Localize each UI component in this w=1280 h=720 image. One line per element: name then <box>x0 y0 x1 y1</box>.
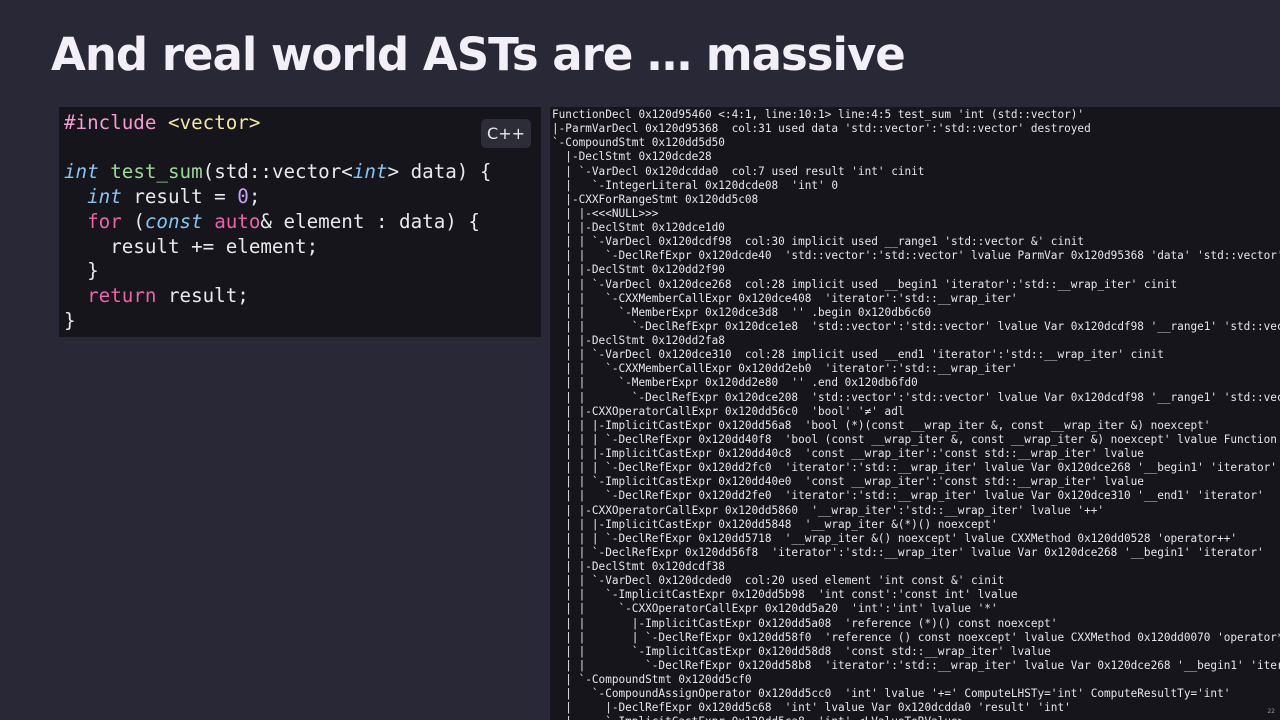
ast-line: | | |-ImplicitCastExpr 0x120dd5a08 'refe… <box>552 616 1058 630</box>
code-line: } <box>64 308 76 332</box>
ast-line: | | `-MemberExpr 0x120dce3d8 '' .begin 0… <box>552 305 932 319</box>
code-line: return result; <box>87 283 249 307</box>
ast-line: |-ParmVarDecl 0x120d95368 col:31 used da… <box>552 122 1091 136</box>
ast-line: | | `-VarDecl 0x120dce310 col:28 implici… <box>552 348 1164 362</box>
ast-line: | | `-VarDecl 0x120dce268 col:28 implici… <box>552 277 1178 291</box>
ast-line: | | `-DeclRefExpr 0x120dd58b8 'iterator'… <box>552 658 1280 672</box>
ast-line: | | `-CXXOperatorCallExpr 0x120dd5a20 'i… <box>552 602 998 616</box>
ast-line: | `-ImplicitCastExpr 0x120dd5ca8 'int' <… <box>552 715 964 720</box>
code-line: #include <vector> <box>64 111 261 134</box>
ast-line: | |-DeclStmt 0x120dcdf38 <box>552 560 725 573</box>
code-line: for (const auto& element : data) { <box>87 209 480 233</box>
ast-line: | | |-ImplicitCastExpr 0x120dd40c8 'cons… <box>552 447 1144 460</box>
ast-line: | | `-VarDecl 0x120dcded0 col:20 used el… <box>552 574 1005 588</box>
code-line: int test_sum(std::vector<int> data) { <box>64 160 492 184</box>
ast-line: | | |-ImplicitCastExpr 0x120dd56a8 'bool… <box>552 418 1211 432</box>
ast-line: | |-DeclStmt 0x120dd2fa8 <box>552 334 725 347</box>
ast-line: | |-DeclRefExpr 0x120dd5c68 'int' lvalue… <box>552 701 1071 715</box>
ast-line: | | | `-DeclRefExpr 0x120dd58f0 'referen… <box>552 630 1280 644</box>
ast-line: |-DeclStmt 0x120dcde28 <box>552 150 712 164</box>
ast-line: `-CompoundStmt 0x120dd5d50 <box>552 136 725 150</box>
ast-line: | | `-DeclRefExpr 0x120dce208 'std::vect… <box>552 390 1280 404</box>
language-badge: C++ <box>481 119 531 148</box>
ast-line: | | `-MemberExpr 0x120dd2e80 '' .end 0x1… <box>552 376 918 390</box>
ast-line: | `-VarDecl 0x120dcdda0 col:7 used resul… <box>552 164 925 178</box>
ast-line: | `-CompoundStmt 0x120dd5cf0 <box>552 673 752 686</box>
ast-line: FunctionDecl 0x120d95460 <:4:1, line:10:… <box>552 108 1085 121</box>
ast-line: | | |-ImplicitCastExpr 0x120dd5848 '__wr… <box>552 517 998 531</box>
page-number: 22 <box>1267 708 1275 715</box>
ast-line: | | `-DeclRefExpr 0x120dcde40 'std::vect… <box>565 249 1280 263</box>
ast-line: | |-<<<NULL>>> <box>552 206 659 220</box>
ast-line: | | `-ImplicitCastExpr 0x120dd58d8 'cons… <box>552 644 1051 658</box>
code-line: result += element; <box>64 234 319 258</box>
code-block: #include <vector> int test_sum(std::vect… <box>64 111 491 333</box>
ast-line: | |-DeclStmt 0x120dce1d0 <box>552 221 725 234</box>
ast-line: | `-IntegerLiteral 0x120dcde08 'int' 0 <box>552 178 838 192</box>
ast-line: |-CXXForRangeStmt 0x120dd5c08 <box>552 192 759 206</box>
slide-title: And real world ASTs are … massive <box>51 28 906 81</box>
ast-dump-panel: FunctionDecl 0x120d95460 <:4:1, line:10:… <box>550 107 1280 720</box>
ast-line: | | `-ImplicitCastExpr 0x120dd40e0 'cons… <box>552 475 1144 489</box>
ast-line: | | `-ImplicitCastExpr 0x120dd5b98 'int … <box>552 588 1018 602</box>
code-line: int result = 0; <box>87 185 261 209</box>
code-panel: #include <vector> int test_sum(std::vect… <box>59 107 541 337</box>
ast-line: | | | `-DeclRefExpr 0x120dd5718 '__wrap_… <box>552 531 1238 545</box>
ast-line: | | `-DeclRefExpr 0x120dd2fe0 'iterator'… <box>552 489 1264 503</box>
ast-line: | | `-DeclRefExpr 0x120dd56f8 'iterator'… <box>552 545 1264 559</box>
ast-line: | | `-VarDecl 0x120dcdf98 col:30 implici… <box>552 235 1085 249</box>
ast-line: | |-CXXOperatorCallExpr 0x120dd56c0 'boo… <box>552 404 905 418</box>
code-line: } <box>64 259 99 283</box>
ast-line: | | | `-DeclRefExpr 0x120dd2fc0 'iterato… <box>552 461 1277 475</box>
ast-line: | `-CompoundAssignOperator 0x120dd5cc0 '… <box>552 687 1231 701</box>
ast-line: | | `-DeclRefExpr 0x120dce1e8 'std::vect… <box>552 319 1280 333</box>
ast-line: | | `-CXXMemberCallExpr 0x120dce408 'ite… <box>552 291 1018 305</box>
ast-line: | |-DeclStmt 0x120dd2f90 <box>552 263 725 277</box>
ast-dump-text: FunctionDecl 0x120d95460 <:4:1, line:10:… <box>552 108 1280 720</box>
ast-line: | | `-CXXMemberCallExpr 0x120dd2eb0 'ite… <box>552 362 1018 376</box>
ast-line: | |-CXXOperatorCallExpr 0x120dd5860 '__w… <box>552 503 1105 517</box>
ast-line: | | | `-DeclRefExpr 0x120dd40f8 'bool (c… <box>552 432 1277 446</box>
